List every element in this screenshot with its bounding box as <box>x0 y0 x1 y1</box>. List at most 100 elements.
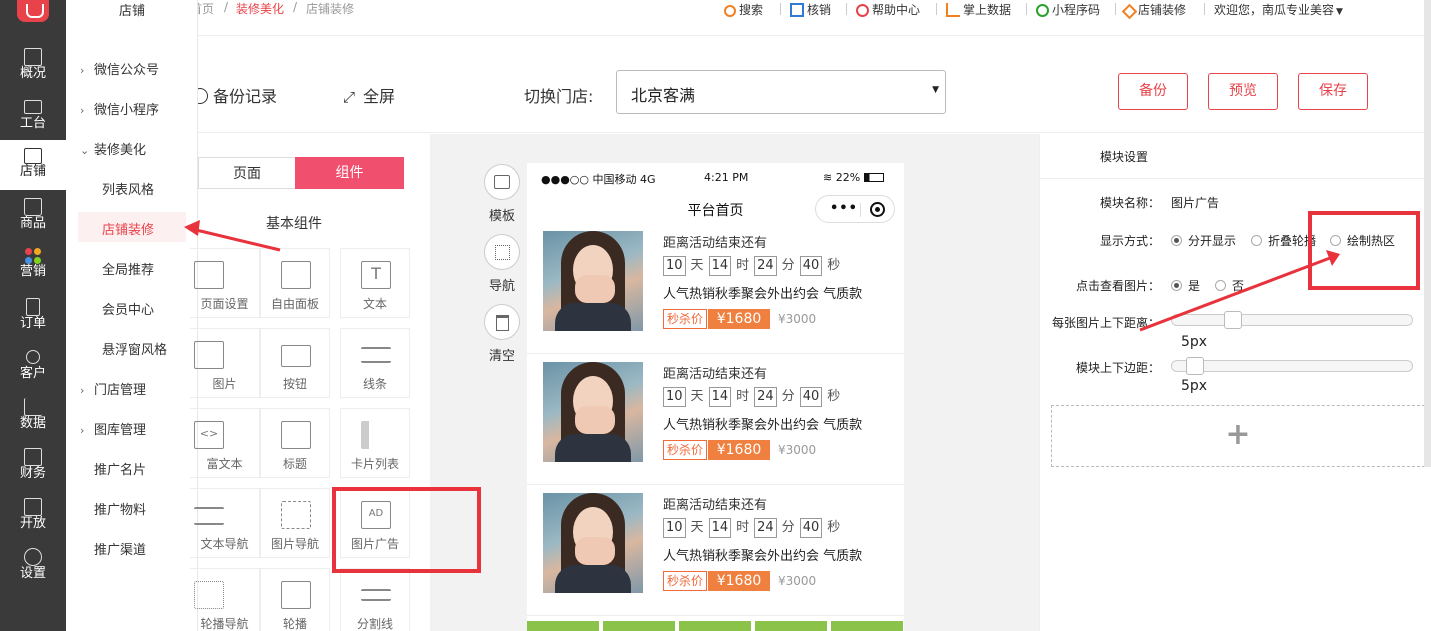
subnav-group-wechat-miniapp[interactable]: › 微信小程序 <box>80 99 159 118</box>
slider-handle[interactable] <box>1224 311 1242 329</box>
store-decor-link[interactable]: 店铺装修 <box>1121 1 1186 20</box>
fullscreen-link[interactable]: ⤢ 全屏 <box>343 83 395 107</box>
nav-item-settings[interactable]: 设置 <box>0 540 66 590</box>
subnav-item-promo-material[interactable]: 推广物料 <box>94 499 146 518</box>
image-spacing-slider[interactable] <box>1171 311 1413 329</box>
product-card[interactable]: 距离活动结束还有 10 天 14 时 24 分 40 秒 人气热销秋季聚会外出约会 气质款 秒… <box>527 485 904 616</box>
scrollbar[interactable] <box>1424 0 1431 467</box>
comp-page-settings[interactable]: 页面设置 <box>190 248 260 318</box>
search-link[interactable]: 搜索 <box>724 1 763 18</box>
topbar-divider <box>1026 3 1027 15</box>
breadcrumb-current: 店铺装修 <box>306 2 355 16</box>
bottom-nav-block[interactable] <box>527 621 599 631</box>
comp-rich-text[interactable]: <> 富文本 <box>190 408 260 478</box>
topbar-divider <box>1204 3 1205 15</box>
subnav-item-store-decoration[interactable]: 店铺装修 <box>102 219 154 238</box>
comp-image[interactable]: 图片 <box>190 328 260 398</box>
comp-divider[interactable]: 分割线 <box>340 568 410 631</box>
nav-item-store[interactable]: 店铺 <box>0 140 66 190</box>
data-link[interactable]: 掌上数据 <box>946 1 1011 18</box>
save-button[interactable]: 保存 <box>1298 73 1368 110</box>
help-link[interactable]: 帮助中心 <box>856 1 920 18</box>
subnav-item-float-window[interactable]: 悬浮窗风格 <box>102 339 167 358</box>
nav-item-workbench[interactable]: 工台 <box>0 90 66 140</box>
comp-image-nav[interactable]: 图片导航 <box>260 488 330 558</box>
subnav-group-store-manage[interactable]: › 门店管理 <box>80 379 146 398</box>
app-logo-icon[interactable] <box>17 0 49 22</box>
radio-icon <box>1251 235 1262 246</box>
backup-record-link[interactable]: 备份记录 <box>192 83 277 107</box>
nav-label: 开放 <box>19 516 46 531</box>
comp-text[interactable]: T 文本 <box>340 248 410 318</box>
nav-item-data[interactable]: 数据 <box>0 390 66 440</box>
settings-title: 模块设置 <box>1100 150 1149 164</box>
store-select[interactable]: 北京客满 ▼ <box>616 70 946 114</box>
nav-item-customers[interactable]: 客户 <box>0 340 66 390</box>
tab-page[interactable]: 页面 <box>198 157 295 189</box>
product-card[interactable]: 距离活动结束还有 10 天 14 时 24 分 40 秒 人气热销秋季聚会外出约会 气质款 秒… <box>527 354 904 485</box>
main-nav: 概况 工台 店铺 商品 营销 订单 客户 数据 财务 开放 设置 <box>0 0 66 631</box>
clear-tool[interactable]: 清空 <box>484 304 520 364</box>
verify-link[interactable]: 核销 <box>790 1 831 18</box>
backup-button[interactable]: 备份 <box>1118 73 1188 110</box>
top-bar: 首页 / 装修美化 / 店铺装修 搜索 核销 帮助中心 掌上数据 小程序码 店铺… <box>198 0 1431 36</box>
comp-card-list[interactable]: 卡片列表 <box>340 408 410 478</box>
add-image-area[interactable]: + <box>1051 405 1425 467</box>
nav-item-overview[interactable]: 概况 <box>0 40 66 90</box>
subnav-group-gallery[interactable]: › 图库管理 <box>80 419 146 438</box>
bottom-nav-block[interactable] <box>679 621 751 631</box>
comp-free-panel[interactable]: 自由面板 <box>260 248 330 318</box>
slider-handle[interactable] <box>1186 357 1204 375</box>
countdown-title: 距离活动结束还有 <box>663 498 768 513</box>
module-margin-slider[interactable] <box>1171 357 1413 375</box>
divider-icon <box>361 589 391 601</box>
original-price: ¥3000 <box>778 443 817 457</box>
subnav-item-promo-channel[interactable]: 推广渠道 <box>94 539 146 558</box>
nav-item-marketing[interactable]: 营销 <box>0 240 66 290</box>
subnav-group-decoration[interactable]: ⌄ 装修美化 <box>80 139 146 158</box>
product-image <box>543 231 643 331</box>
chart-icon <box>24 48 42 66</box>
tab-component[interactable]: 组件 <box>295 157 404 189</box>
subnav-item-list-style[interactable]: 列表风格 <box>102 179 154 198</box>
subnav-group-wechat-official[interactable]: › 微信公众号 <box>80 59 159 78</box>
comp-line[interactable]: 线条 <box>340 328 410 398</box>
bottom-nav-block[interactable] <box>603 621 675 631</box>
miniapp-code-link[interactable]: 小程序码 <box>1036 1 1100 18</box>
comp-text-nav[interactable]: 文本导航 <box>190 488 260 558</box>
miniapp-capsule[interactable]: ••• <box>815 195 895 223</box>
nav-item-goods[interactable]: 商品 <box>0 190 66 240</box>
template-tool[interactable]: 模板 <box>484 164 520 224</box>
bottom-nav-block[interactable] <box>831 621 903 631</box>
radio-fold-carousel[interactable]: 折叠轮播 <box>1251 232 1316 249</box>
close-icon <box>870 202 885 217</box>
nav-label: 店铺 <box>19 164 46 179</box>
bottom-nav-block[interactable] <box>755 621 827 631</box>
preview-button[interactable]: 预览 <box>1208 73 1278 110</box>
seckill-tag: 秒杀价 <box>663 440 708 460</box>
more-icon: ••• <box>830 201 858 216</box>
navigation-tool[interactable]: 导航 <box>484 234 520 294</box>
phone-preview[interactable]: ●●●○○ 中国移动 4G 4:21 PM ≋ 22% 平台首页 ••• 距离活… <box>527 163 904 631</box>
nav-item-finance[interactable]: 财务 <box>0 440 66 490</box>
subnav-item-global-recommend[interactable]: 全局推荐 <box>102 259 154 278</box>
comp-button[interactable]: 按钮 <box>260 328 330 398</box>
radio-separate[interactable]: 分开显示 <box>1171 232 1236 249</box>
radio-no[interactable]: 否 <box>1215 277 1244 294</box>
breadcrumb-sep: / <box>224 0 229 14</box>
breadcrumb-decoration[interactable]: 装修美化 <box>236 0 284 17</box>
list-icon <box>361 421 391 449</box>
comp-title[interactable]: 标题 <box>260 408 330 478</box>
nav-item-orders[interactable]: 订单 <box>0 290 66 340</box>
radio-yes[interactable]: 是 <box>1171 277 1200 294</box>
user-menu[interactable]: 欢迎您，南瓜专业美容 ▼ <box>1214 1 1343 18</box>
product-card[interactable]: 距离活动结束还有 10 天 14 时 24 分 40 秒 人气热销秋季聚会外出约会 气质款 秒… <box>527 223 904 354</box>
product-image <box>543 493 643 593</box>
comp-carousel-nav[interactable]: 轮播导航 <box>190 568 260 631</box>
nav-item-open[interactable]: 开放 <box>0 490 66 540</box>
comp-carousel[interactable]: 轮播 <box>260 568 330 631</box>
subnav-item-member-center[interactable]: 会员中心 <box>102 299 154 318</box>
bag-icon <box>24 198 42 216</box>
subnav-item-promo-card[interactable]: 推广名片 <box>94 459 146 478</box>
nav-label: 营销 <box>19 264 46 279</box>
